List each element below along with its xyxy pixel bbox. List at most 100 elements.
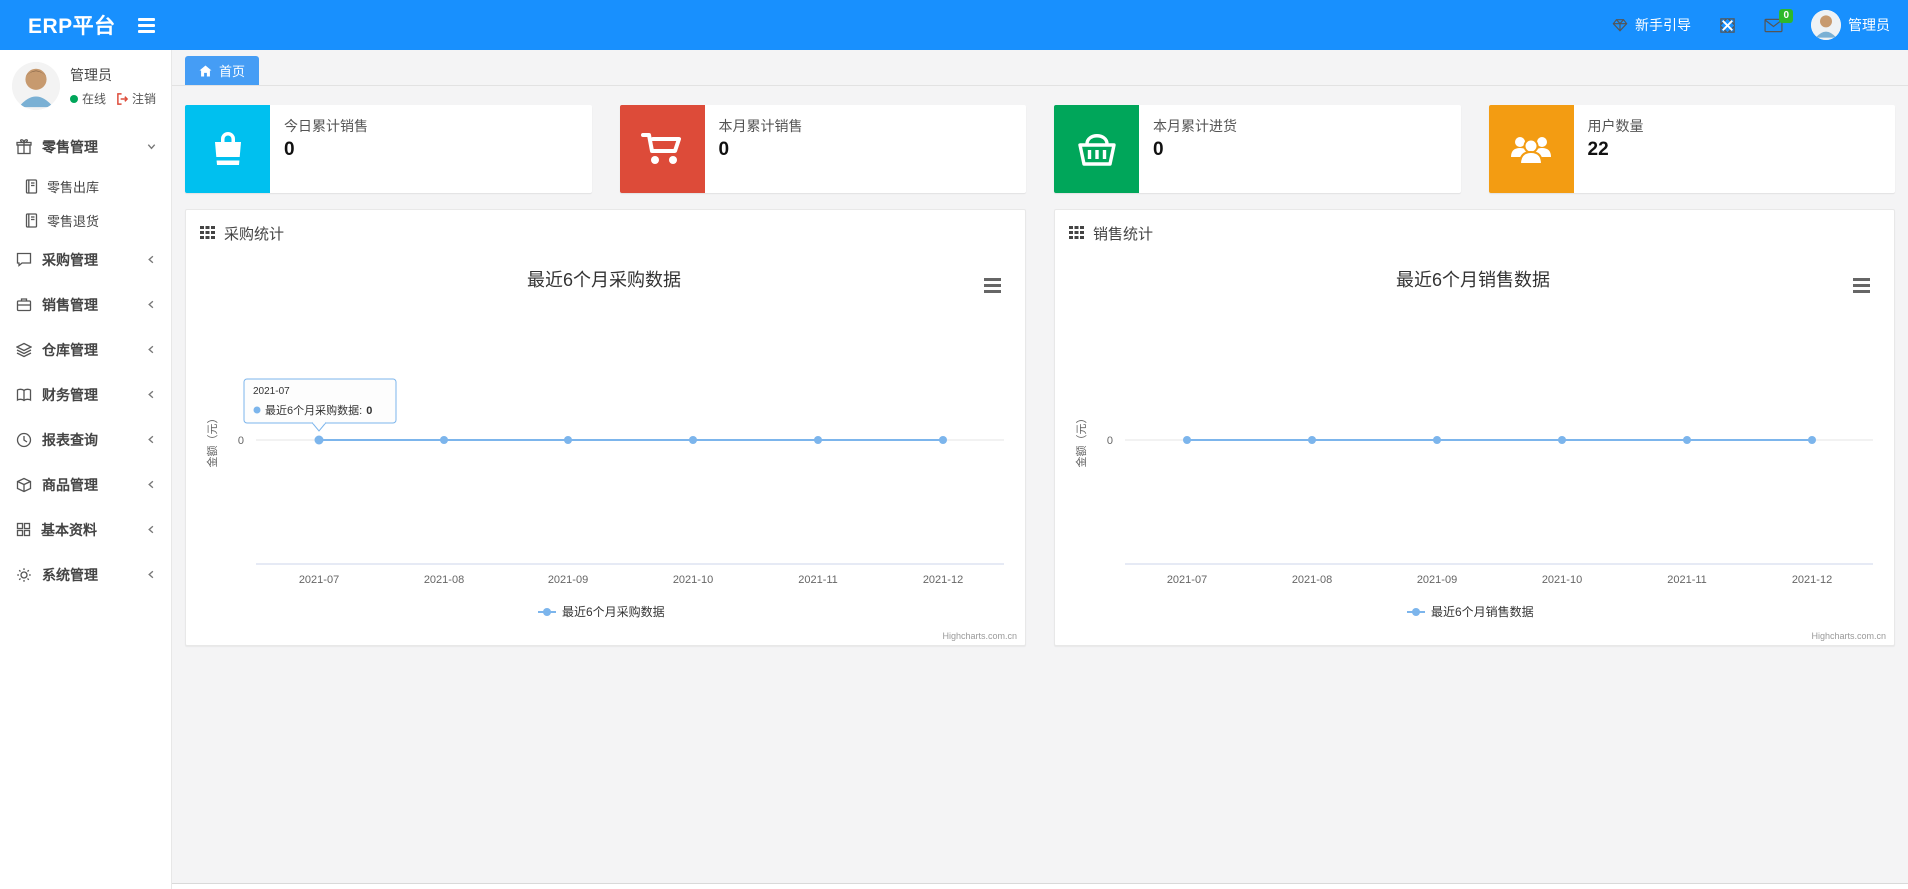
sidebar-item-retail[interactable]: 零售管理: [0, 124, 171, 169]
chart-tooltip: 2021-07 最近6个月采购数据: 0: [243, 378, 397, 432]
chart-title: 最近6个月采购数据: [527, 270, 681, 290]
footer-strip: [172, 883, 1908, 889]
stat-value: 0: [1153, 139, 1164, 160]
sidebar-item-warehouse[interactable]: 仓库管理: [0, 327, 171, 372]
shopping-bag-icon: [185, 105, 270, 193]
purchase-line-chart: 最近6个月采购数据 金额（元） 0 2021-07 2021-08 2021-0…: [205, 270, 1017, 641]
stat-label: 用户数量: [1587, 118, 1644, 134]
gear-icon: [16, 567, 32, 583]
svg-text:2021-09: 2021-09: [1417, 574, 1457, 586]
sidebar-item-finance[interactable]: 财务管理: [0, 372, 171, 417]
fullscreen-icon: [1719, 17, 1736, 34]
stat-label: 本月累计销售: [718, 118, 803, 134]
navbar-user-name: 管理员: [1848, 17, 1890, 33]
svg-text:2021-10: 2021-10: [1542, 574, 1582, 586]
svg-text:最近6个月采购数据: 最近6个月采购数据: [562, 604, 665, 619]
y-axis-tick: 0: [1107, 435, 1113, 447]
clock-icon: [16, 432, 32, 448]
sidebar-item-retail-outbound[interactable]: 零售出库: [0, 169, 171, 203]
user-menu[interactable]: 管理员: [1811, 10, 1890, 40]
online-status-label: 在线: [82, 92, 107, 106]
sidebar-item-system[interactable]: 系统管理: [0, 552, 171, 597]
sidebar-item-products[interactable]: 商品管理: [0, 462, 171, 507]
avatar: [1811, 10, 1841, 40]
svg-text:最近6个月销售数据: 最近6个月销售数据: [1431, 604, 1534, 619]
panel-title: 采购统计: [224, 226, 285, 243]
sidebar-item-retail-return[interactable]: 零售退货: [0, 203, 171, 237]
chevron-left-icon: [146, 387, 157, 403]
svg-text:2021-07: 2021-07: [1167, 574, 1207, 586]
chevron-left-icon: [146, 477, 157, 493]
stat-label: 本月累计进货: [1153, 118, 1237, 134]
basket-icon: [1054, 105, 1139, 193]
chevron-left-icon: [146, 432, 157, 448]
svg-text:2021-12: 2021-12: [923, 574, 963, 586]
svg-text:2021-11: 2021-11: [1667, 574, 1707, 586]
grid-icon: [16, 522, 31, 537]
messages-button[interactable]: 0: [1764, 8, 1793, 33]
sales-stats-panel: 销售统计 最近6个月销售数据 金额（元） 0 2021-07 2021-08 2…: [1054, 209, 1895, 646]
chart-context-menu-button[interactable]: [982, 276, 1002, 294]
svg-text:2021-09: 2021-09: [548, 574, 588, 586]
chart-credit[interactable]: Highcharts.com.cn: [1811, 631, 1886, 641]
chart-legend[interactable]: 最近6个月销售数据: [1407, 604, 1534, 619]
stat-value: 0: [284, 139, 295, 160]
stat-card-user-count: 用户数量 22: [1488, 105, 1895, 193]
sidebar-item-reports[interactable]: 报表查询: [0, 417, 171, 462]
svg-text:2021-07: 2021-07: [253, 386, 290, 397]
stat-value: 22: [1587, 139, 1609, 160]
x-axis-labels: 2021-07 2021-08 2021-09 2021-10 2021-11 …: [299, 574, 963, 586]
chart-context-menu-button[interactable]: [1851, 276, 1871, 294]
y-axis-tick: 0: [238, 435, 244, 447]
open-book-icon: [16, 388, 32, 402]
app-brand: ERP平台: [28, 15, 116, 38]
guide-button[interactable]: 新手引导: [1612, 15, 1691, 35]
logout-icon: [117, 92, 129, 105]
ledger-icon: [24, 178, 38, 194]
logout-button[interactable]: 注销: [116, 90, 156, 107]
mail-count-badge: 0: [1779, 8, 1793, 23]
tab-bar: 首页: [172, 50, 1908, 86]
stat-card-today-sales: 今日累计销售 0: [185, 105, 592, 193]
y-axis-title: 金额（元）: [1074, 413, 1088, 468]
svg-text:2021-11: 2021-11: [798, 574, 838, 586]
panel-title: 销售统计: [1093, 226, 1154, 243]
svg-text:2021-07: 2021-07: [299, 574, 339, 586]
y-axis-title: 金额（元）: [205, 413, 219, 468]
tab-home[interactable]: 首页: [185, 56, 260, 85]
chevron-down-icon: [146, 139, 157, 155]
ledger-icon: [24, 212, 38, 228]
sidebar-item-purchase[interactable]: 采购管理: [0, 237, 171, 282]
th-grid-icon: [1069, 226, 1084, 239]
cart-icon: [619, 105, 705, 193]
chevron-left-icon: [146, 522, 157, 538]
online-status-dot: [70, 94, 78, 103]
x-axis-labels: 2021-07 2021-08 2021-09 2021-10 2021-11 …: [1167, 574, 1832, 586]
sidebar-user-name: 管理员: [70, 67, 112, 83]
sidebar-item-basic-data[interactable]: 基本资料: [0, 507, 171, 552]
fullscreen-button[interactable]: [1719, 17, 1736, 34]
home-icon: [199, 64, 212, 77]
chevron-left-icon: [146, 567, 157, 583]
chat-icon: [16, 252, 32, 267]
top-navbar: ERP平台 新手引导 0 管理员: [0, 0, 1908, 50]
briefcase-icon: [16, 297, 32, 312]
sidebar: 管理员 在线 注销 零售管理 零售出库 零售退货 采购管理 销售管理 仓库管理 …: [0, 50, 172, 889]
gift-icon: [16, 138, 32, 155]
sidebar-user-panel: 管理员 在线 注销: [0, 50, 171, 124]
svg-text:2021-08: 2021-08: [424, 574, 464, 586]
svg-text:2021-10: 2021-10: [673, 574, 713, 586]
svg-text:2021-08: 2021-08: [1292, 574, 1332, 586]
svg-text:2021-12: 2021-12: [1792, 574, 1832, 586]
users-icon: [1488, 105, 1574, 193]
svg-text:最近6个月采购数据:0: 最近6个月采购数据: 0: [265, 403, 372, 417]
sidebar-item-sales[interactable]: 销售管理: [0, 282, 171, 327]
chart-credit[interactable]: Highcharts.com.cn: [942, 631, 1017, 641]
purchase-stats-panel: 采购统计 最近6个月采购数据 金额（元） 0 2021-07 2021-08 2…: [185, 209, 1026, 646]
layers-icon: [16, 342, 32, 358]
chevron-left-icon: [146, 252, 157, 268]
chart-legend[interactable]: 最近6个月采购数据: [538, 604, 665, 619]
th-grid-icon: [200, 226, 215, 239]
dashboard-content: 今日累计销售 0 本月累计销售 0 本月累计进货 0 用户数量 22 采购统计 …: [172, 86, 1908, 883]
sidebar-toggle-icon[interactable]: [137, 17, 155, 33]
